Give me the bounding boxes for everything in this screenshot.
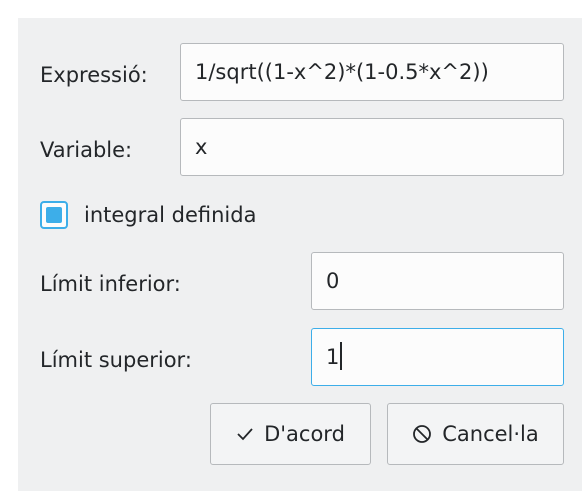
variable-label: Variable: bbox=[40, 138, 133, 162]
lower-limit-value: 0 bbox=[326, 269, 340, 293]
cancel-button[interactable]: Cancel·la bbox=[387, 403, 564, 465]
expression-field[interactable]: 1/sqrt((1-x^2)*(1-0.5*x^2)) bbox=[180, 43, 564, 101]
checkmark-icon bbox=[236, 427, 254, 441]
definite-integral-checkbox[interactable] bbox=[40, 201, 68, 229]
definite-integral-label[interactable]: integral definida bbox=[84, 203, 256, 227]
upper-limit-label: Límit superior: bbox=[40, 348, 192, 372]
cancel-icon bbox=[412, 424, 432, 444]
upper-limit-value: 1 bbox=[326, 345, 340, 369]
expression-value: 1/sqrt((1-x^2)*(1-0.5*x^2)) bbox=[195, 60, 489, 84]
expression-label: Expressió: bbox=[40, 63, 148, 87]
cancel-button-label: Cancel·la bbox=[442, 422, 539, 446]
upper-limit-field[interactable]: 1 bbox=[311, 328, 564, 386]
ok-button-label: D'acord bbox=[264, 422, 345, 446]
integral-dialog: Expressió: 1/sqrt((1-x^2)*(1-0.5*x^2)) V… bbox=[18, 18, 582, 491]
lower-limit-field[interactable]: 0 bbox=[311, 252, 564, 310]
variable-value: x bbox=[195, 135, 208, 159]
text-caret bbox=[340, 342, 343, 370]
lower-limit-label: Límit inferior: bbox=[40, 272, 181, 296]
ok-button[interactable]: D'acord bbox=[210, 403, 371, 465]
variable-field[interactable]: x bbox=[180, 118, 564, 176]
checkbox-checked-mark bbox=[46, 207, 62, 223]
